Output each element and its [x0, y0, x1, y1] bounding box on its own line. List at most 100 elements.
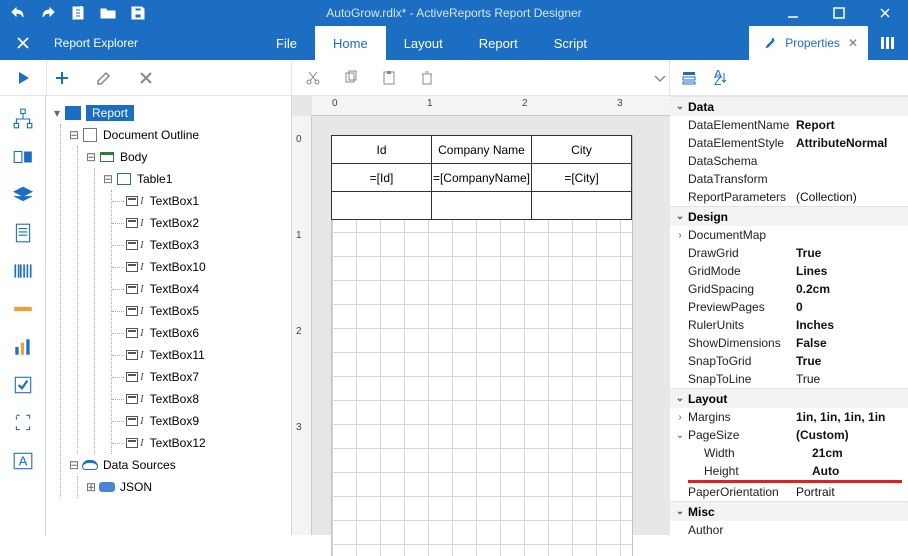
- prop-value[interactable]: Portrait: [796, 485, 908, 499]
- chevron-down-icon[interactable]: ⌄: [672, 506, 688, 517]
- menu-report[interactable]: Report: [461, 26, 536, 60]
- prop-value[interactable]: Lines: [796, 264, 908, 278]
- expand-icon[interactable]: ⌄: [672, 430, 688, 441]
- prop-row[interactable]: ›Margins1in, 1in, 1in, 1in: [670, 408, 908, 426]
- tab-properties[interactable]: Properties ✕: [749, 26, 868, 60]
- tree-textbox[interactable]: ITextBox7: [118, 366, 291, 388]
- table-header-cell[interactable]: City: [531, 135, 632, 164]
- prop-row[interactable]: ReportParameters(Collection): [670, 188, 908, 206]
- cut-button[interactable]: [304, 69, 322, 87]
- rail-group-icon[interactable]: [12, 146, 34, 168]
- tree-textbox[interactable]: ITextBox1: [118, 190, 291, 212]
- add-button[interactable]: [53, 69, 71, 87]
- prop-row[interactable]: SnapToGridTrue: [670, 352, 908, 370]
- tree-textbox[interactable]: ITextBox2: [118, 212, 291, 234]
- table-header-cell[interactable]: Id: [331, 135, 432, 164]
- expand-icon[interactable]: ⊟: [67, 458, 81, 472]
- prop-value[interactable]: True: [796, 246, 908, 260]
- redo-icon[interactable]: [40, 5, 56, 21]
- props-alpha-button[interactable]: AZ: [712, 69, 730, 87]
- panes-button[interactable]: [868, 26, 908, 60]
- expand-icon[interactable]: ⊟: [67, 128, 81, 142]
- prop-row[interactable]: GridModeLines: [670, 262, 908, 280]
- undo-icon[interactable]: [10, 5, 26, 21]
- maximize-button[interactable]: [816, 0, 862, 26]
- tree-textbox[interactable]: ITextBox9: [118, 410, 291, 432]
- prop-row[interactable]: DataElementNameReport: [670, 116, 908, 134]
- expand-icon[interactable]: ⊞: [84, 480, 98, 494]
- prop-row[interactable]: RulerUnitsInches: [670, 316, 908, 334]
- rail-barcode-icon[interactable]: [12, 260, 34, 282]
- expand-icon[interactable]: ⊟: [101, 172, 115, 186]
- rail-hierarchy-icon[interactable]: [12, 108, 34, 130]
- prop-value[interactable]: True: [796, 354, 908, 368]
- tree-root-report[interactable]: ▾ Report: [50, 102, 291, 124]
- tree-data-sources[interactable]: ⊟ Data Sources: [67, 454, 291, 476]
- expand-icon[interactable]: ›: [672, 230, 688, 241]
- prop-row[interactable]: Width21cm: [670, 444, 908, 462]
- prop-value[interactable]: AttributeNormal: [796, 136, 908, 150]
- tree-table1[interactable]: ⊟ Table1: [101, 168, 291, 190]
- tree-textbox[interactable]: ITextBox4: [118, 278, 291, 300]
- chevron-down-icon[interactable]: ⌄: [672, 211, 688, 222]
- tree-textbox[interactable]: ITextBox6: [118, 322, 291, 344]
- tree-textbox[interactable]: ITextBox10: [118, 256, 291, 278]
- table-expr-cell[interactable]: =[CompanyName]: [431, 163, 532, 192]
- table-expr-cell[interactable]: =[Id]: [331, 163, 432, 192]
- new-icon[interactable]: [70, 5, 86, 21]
- prop-row[interactable]: ⌄PageSize(Custom): [670, 426, 908, 444]
- table-expr-cell[interactable]: =[City]: [531, 163, 632, 192]
- tree-textbox[interactable]: ITextBox12: [118, 432, 291, 454]
- chevron-down-icon[interactable]: ⌄: [672, 101, 688, 112]
- prop-category[interactable]: ⌄Misc: [670, 501, 908, 521]
- prop-row[interactable]: ›DocumentMap: [670, 226, 908, 244]
- prop-category[interactable]: ⌄Data: [670, 96, 908, 116]
- prop-value[interactable]: (Collection): [796, 190, 908, 204]
- menu-file[interactable]: File: [258, 26, 315, 60]
- table-footer-cell[interactable]: [531, 191, 632, 220]
- edit-button[interactable]: [95, 69, 113, 87]
- rail-text-icon[interactable]: A: [12, 450, 34, 472]
- tree-document-outline[interactable]: ⊟ Document Outline: [67, 124, 291, 146]
- table-header-cell[interactable]: Company Name: [431, 135, 532, 164]
- run-button[interactable]: [14, 69, 32, 87]
- prop-value[interactable]: (Custom): [796, 428, 908, 442]
- prop-row[interactable]: DrawGridTrue: [670, 244, 908, 262]
- expand-icon[interactable]: ▾: [50, 106, 64, 120]
- prop-value[interactable]: 1in, 1in, 1in, 1in: [796, 410, 908, 424]
- prop-row[interactable]: ShowDimensionsFalse: [670, 334, 908, 352]
- prop-value[interactable]: 21cm: [812, 446, 908, 460]
- prop-category[interactable]: ⌄Layout: [670, 388, 908, 408]
- tree-textbox[interactable]: ITextBox5: [118, 300, 291, 322]
- paste-button[interactable]: [380, 69, 398, 87]
- prop-row[interactable]: HeightAuto: [670, 462, 908, 480]
- prop-value[interactable]: Inches: [796, 318, 908, 332]
- prop-row[interactable]: PaperOrientationPortrait: [670, 483, 908, 501]
- prop-value[interactable]: Auto: [812, 464, 908, 478]
- table-design[interactable]: Id Company Name City =[Id] =[CompanyName…: [332, 136, 632, 220]
- prop-row[interactable]: DataElementStyleAttributeNormal: [670, 134, 908, 152]
- prop-row[interactable]: DataTransform: [670, 170, 908, 188]
- chevron-down-icon[interactable]: ⌄: [672, 393, 688, 404]
- tree-textbox[interactable]: ITextBox3: [118, 234, 291, 256]
- tree-json-ds[interactable]: ⊞ JSON: [84, 476, 291, 498]
- tab-properties-close-icon[interactable]: ✕: [848, 36, 858, 50]
- rail-container-icon[interactable]: [12, 412, 34, 434]
- tree-body[interactable]: ⊟ Body: [84, 146, 291, 168]
- tree-textbox[interactable]: ITextBox8: [118, 388, 291, 410]
- minimize-button[interactable]: [770, 0, 816, 26]
- open-icon[interactable]: [100, 5, 116, 21]
- rail-checkbox-icon[interactable]: [12, 374, 34, 396]
- table-footer-cell[interactable]: [431, 191, 532, 220]
- rail-document-icon[interactable]: [12, 222, 34, 244]
- trash-button[interactable]: [418, 69, 436, 87]
- prop-row[interactable]: SnapToLineTrue: [670, 370, 908, 388]
- delete-button[interactable]: [137, 69, 155, 87]
- close-button[interactable]: [862, 0, 908, 26]
- rail-layers-icon[interactable]: [12, 184, 34, 206]
- rail-chart-icon[interactable]: [12, 336, 34, 358]
- panel-close-button[interactable]: [0, 26, 46, 60]
- expand-icon[interactable]: ›: [672, 412, 688, 423]
- prop-value[interactable]: True: [796, 372, 908, 386]
- prop-value[interactable]: False: [796, 336, 908, 350]
